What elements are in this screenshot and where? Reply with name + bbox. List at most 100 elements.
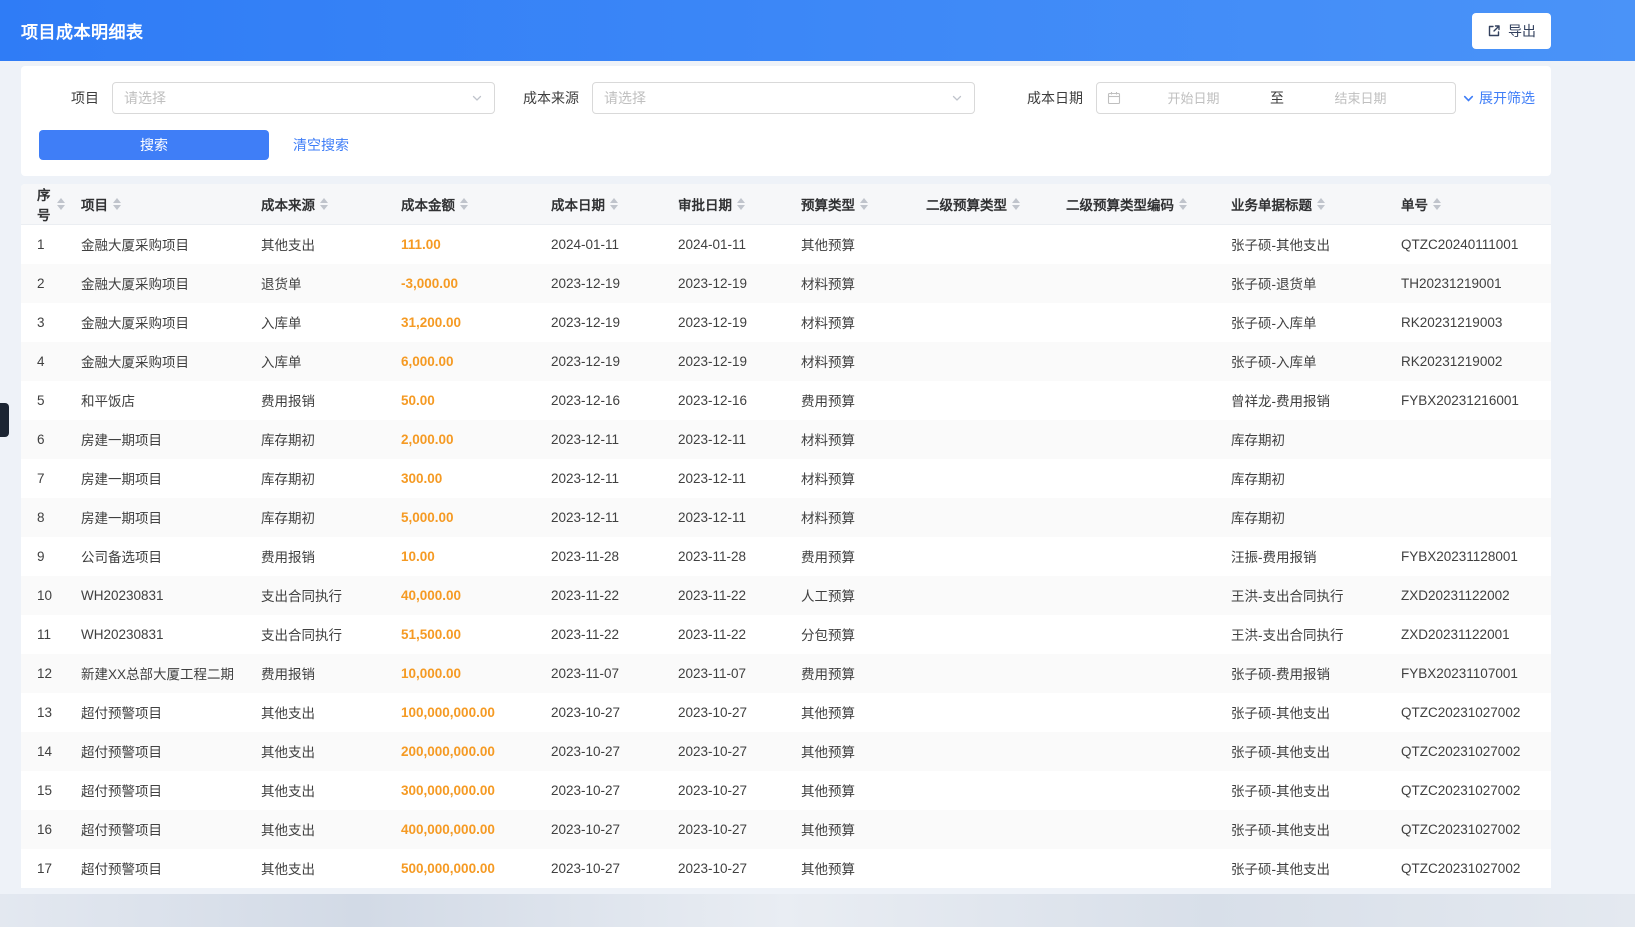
sort-icon[interactable] [57, 198, 65, 210]
cell-sub_type [918, 459, 1058, 498]
filter-panel: 项目 请选择 成本来源 请选择 成本日期 [21, 66, 1551, 176]
cell-cost_date: 2024-01-11 [543, 225, 670, 264]
cell-amount: 500,000,000.00 [393, 849, 543, 888]
column-header-sub_type[interactable]: 二级预算类型 [918, 184, 1058, 225]
cell-doc_title: 王洪-支出合同执行 [1223, 576, 1393, 615]
sort-icon[interactable] [610, 198, 618, 210]
table-row[interactable]: 7房建一期项目库存期初300.002023-12-112023-12-11材料预… [21, 459, 1551, 498]
cell-project: 房建一期项目 [73, 420, 253, 459]
start-date-input[interactable] [1121, 91, 1266, 106]
cell-amount: 5,000.00 [393, 498, 543, 537]
cell-cost_date: 2023-12-11 [543, 498, 670, 537]
table-row[interactable]: 1金融大厦采购项目其他支出111.002024-01-112024-01-11其… [21, 225, 1551, 264]
cell-no: 10 [21, 576, 73, 615]
end-date-input[interactable] [1288, 91, 1433, 106]
search-button[interactable]: 搜索 [39, 130, 269, 160]
export-button[interactable]: 导出 [1472, 13, 1551, 49]
cost-source-select[interactable]: 请选择 [592, 82, 975, 114]
cell-source: 其他支出 [253, 225, 393, 264]
cell-doc_no [1393, 498, 1551, 537]
cell-doc_no: ZXD20231122001 [1393, 615, 1551, 654]
sort-icon[interactable] [1179, 198, 1187, 210]
table-row[interactable]: 5和平饭店费用报销50.002023-12-162023-12-16费用预算曾祥… [21, 381, 1551, 420]
table-row[interactable]: 14超付预警项目其他支出200,000,000.002023-10-272023… [21, 732, 1551, 771]
cell-amount: 31,200.00 [393, 303, 543, 342]
clear-search-link[interactable]: 清空搜索 [293, 135, 349, 155]
cell-sub_type [918, 420, 1058, 459]
column-header-label: 成本来源 [261, 194, 315, 214]
table-row[interactable]: 4金融大厦采购项目入库单6,000.002023-12-192023-12-19… [21, 342, 1551, 381]
column-header-amount[interactable]: 成本金额 [393, 184, 543, 225]
cell-no: 14 [21, 732, 73, 771]
table-row[interactable]: 15超付预警项目其他支出300,000,000.002023-10-272023… [21, 771, 1551, 810]
cell-amount: 10,000.00 [393, 654, 543, 693]
column-header-label: 二级预算类型 [926, 194, 1007, 214]
sort-icon[interactable] [460, 198, 468, 210]
cell-amount: 400,000,000.00 [393, 810, 543, 849]
cell-project: 房建一期项目 [73, 459, 253, 498]
column-header-approve_date[interactable]: 审批日期 [670, 184, 793, 225]
cell-source: 其他支出 [253, 732, 393, 771]
cell-source: 入库单 [253, 303, 393, 342]
table-row[interactable]: 2金融大厦采购项目退货单-3,000.002023-12-192023-12-1… [21, 264, 1551, 303]
cell-cost_date: 2023-12-19 [543, 342, 670, 381]
cell-doc_no: FYBX20231128001 [1393, 537, 1551, 576]
cell-budget_type: 材料预算 [793, 342, 918, 381]
column-header-budget_type[interactable]: 预算类型 [793, 184, 918, 225]
column-header-label: 成本日期 [551, 194, 605, 214]
sort-icon[interactable] [1433, 198, 1441, 210]
filter-row-fields: 项目 请选择 成本来源 请选择 成本日期 [37, 82, 1535, 114]
cell-approve_date: 2023-12-11 [670, 459, 793, 498]
cell-budget_type: 其他预算 [793, 693, 918, 732]
table-row[interactable]: 3金融大厦采购项目入库单31,200.002023-12-192023-12-1… [21, 303, 1551, 342]
column-header-doc_title[interactable]: 业务单据标题 [1223, 184, 1393, 225]
sort-icon[interactable] [113, 198, 121, 210]
cell-approve_date: 2023-12-19 [670, 342, 793, 381]
cell-source: 入库单 [253, 342, 393, 381]
sort-icon[interactable] [737, 198, 745, 210]
cell-project: 超付预警项目 [73, 849, 253, 888]
cell-no: 9 [21, 537, 73, 576]
table-row[interactable]: 6房建一期项目库存期初2,000.002023-12-112023-12-11材… [21, 420, 1551, 459]
cell-sub_type [918, 849, 1058, 888]
cell-sub_code [1058, 264, 1223, 303]
table-row[interactable]: 17超付预警项目其他支出500,000,000.002023-10-272023… [21, 849, 1551, 888]
cell-approve_date: 2023-10-27 [670, 849, 793, 888]
cell-amount: 111.00 [393, 225, 543, 264]
chevron-down-icon [1462, 92, 1475, 105]
cell-amount: 40,000.00 [393, 576, 543, 615]
table-row[interactable]: 11WH20230831支出合同执行51,500.002023-11-22202… [21, 615, 1551, 654]
cell-project: 房建一期项目 [73, 498, 253, 537]
column-header-cost_date[interactable]: 成本日期 [543, 184, 670, 225]
sort-icon[interactable] [1012, 198, 1020, 210]
sort-icon[interactable] [320, 198, 328, 210]
column-header-doc_no[interactable]: 单号 [1393, 184, 1551, 225]
column-header-project[interactable]: 项目 [73, 184, 253, 225]
table-card: 序号项目成本来源 成本金额成本日期 审批日期预算类型二级预算类型 二级预算类型编码业务… [21, 184, 1551, 888]
column-header-no[interactable]: 序号 [21, 184, 73, 225]
cell-project: WH20230831 [73, 615, 253, 654]
cell-source: 其他支出 [253, 810, 393, 849]
sort-icon[interactable] [1317, 198, 1325, 210]
table-row[interactable]: 8房建一期项目库存期初5,000.002023-12-112023-12-11材… [21, 498, 1551, 537]
cell-no: 17 [21, 849, 73, 888]
table-row[interactable]: 10WH20230831支出合同执行40,000.002023-11-22202… [21, 576, 1551, 615]
cell-sub_code [1058, 849, 1223, 888]
expand-filters-link[interactable]: 展开筛选 [1462, 88, 1535, 108]
column-header-sub_code[interactable]: 二级预算类型编码 [1058, 184, 1223, 225]
column-header-source[interactable]: 成本来源 [253, 184, 393, 225]
cost-date-range-picker[interactable]: 至 [1096, 82, 1456, 114]
cell-amount: 2,000.00 [393, 420, 543, 459]
cell-sub_code [1058, 459, 1223, 498]
cell-cost_date: 2023-12-19 [543, 264, 670, 303]
cell-cost_date: 2023-12-11 [543, 459, 670, 498]
table-row[interactable]: 9公司备选项目费用报销10.002023-11-282023-11-28费用预算… [21, 537, 1551, 576]
project-select[interactable]: 请选择 [112, 82, 495, 114]
sort-icon[interactable] [860, 198, 868, 210]
cell-approve_date: 2023-12-11 [670, 420, 793, 459]
drawer-collapse-handle[interactable] [0, 403, 9, 437]
table-row[interactable]: 12新建XX总部大厦工程二期费用报销10,000.002023-11-07202… [21, 654, 1551, 693]
table-row[interactable]: 13超付预警项目其他支出100,000,000.002023-10-272023… [21, 693, 1551, 732]
main-content: 项目 请选择 成本来源 请选择 成本日期 [21, 66, 1551, 888]
table-row[interactable]: 16超付预警项目其他支出400,000,000.002023-10-272023… [21, 810, 1551, 849]
